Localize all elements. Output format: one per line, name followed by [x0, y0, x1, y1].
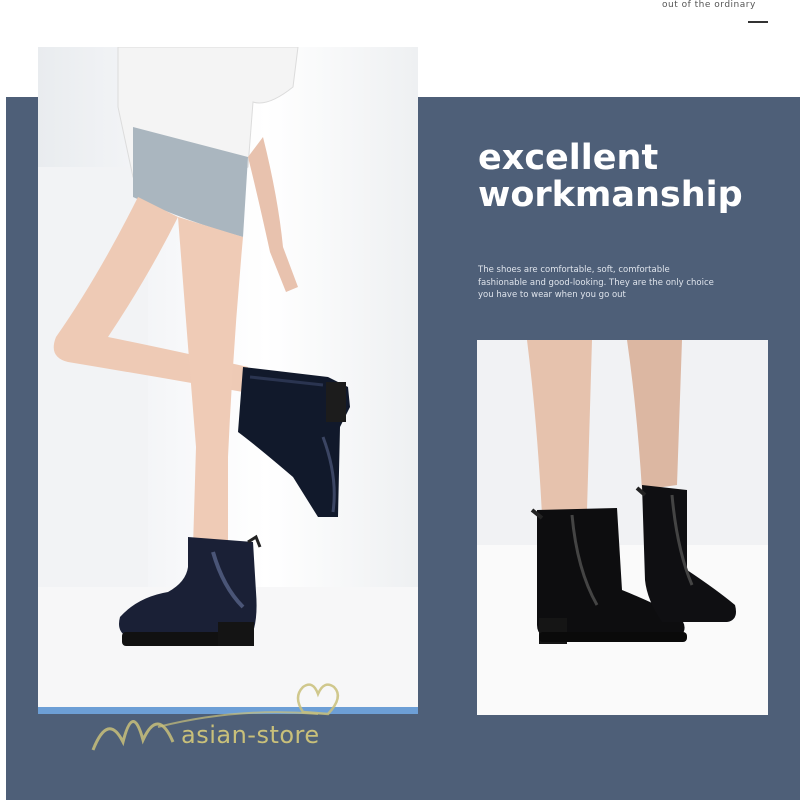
tagline-divider: [748, 21, 768, 23]
watermark-text: asian-store: [181, 721, 320, 749]
description-line-1: The shoes are comfortable, soft, comfort…: [478, 265, 670, 275]
boots-illustration: [477, 340, 768, 715]
model-illustration: [38, 47, 418, 709]
description-line-3: you have to wear when you go out: [478, 290, 626, 300]
boots-closeup-photo: [477, 340, 768, 715]
headline-line-2: workmanship: [478, 175, 743, 215]
headline-line-1: excellent: [478, 138, 659, 178]
raised-boot: [238, 367, 350, 517]
feature-description: The shoes are comfortable, soft, comfort…: [478, 264, 738, 302]
model-photo: [38, 47, 418, 709]
feature-headline: excellent workmanship: [478, 140, 743, 214]
description-line-2: fashionable and good-looking. They are t…: [478, 277, 714, 288]
brand-tagline: out of the ordinary: [662, 0, 756, 10]
